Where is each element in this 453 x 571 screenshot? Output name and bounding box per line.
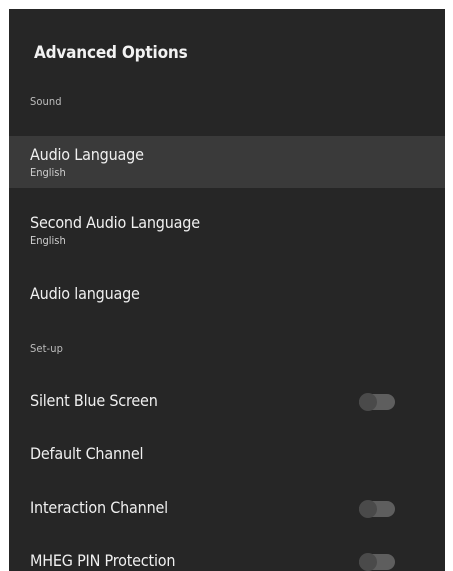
menu-item-label: Audio Language [30,145,144,164]
menu-item-label: MHEG PIN Protection [30,551,176,570]
menu-item-second-audio-language[interactable]: Second Audio Language English [9,207,445,259]
toggle-knob [359,553,377,571]
mheg-pin-protection-toggle[interactable] [359,553,395,571]
menu-item-value: English [30,234,66,247]
menu-item-label: Audio language [30,284,140,303]
menu-item-interaction-channel[interactable]: Interaction Channel [9,489,445,529]
advanced-options-panel: Advanced Options Sound Audio Language En… [9,9,445,571]
menu-item-silent-blue-screen[interactable]: Silent Blue Screen [9,382,445,422]
toggle-knob [359,500,377,518]
menu-item-mheg-pin-protection[interactable]: MHEG PIN Protection [9,542,445,571]
menu-item-label: Default Channel [30,444,144,463]
menu-item-audio-language-2[interactable]: Audio language [9,275,445,315]
menu-item-audio-language[interactable]: Audio Language English [9,136,445,188]
interaction-channel-toggle[interactable] [359,500,395,518]
menu-item-label: Interaction Channel [30,498,168,517]
panel-title: Advanced Options [34,43,188,63]
menu-item-label: Silent Blue Screen [30,391,158,410]
menu-item-default-channel[interactable]: Default Channel [9,435,445,475]
menu-item-label: Second Audio Language [30,213,200,232]
section-header-sound: Sound [30,95,62,108]
silent-blue-screen-toggle[interactable] [359,393,395,411]
toggle-knob [359,393,377,411]
section-header-set-up: Set-up [30,342,63,355]
menu-item-value: English [30,166,66,179]
